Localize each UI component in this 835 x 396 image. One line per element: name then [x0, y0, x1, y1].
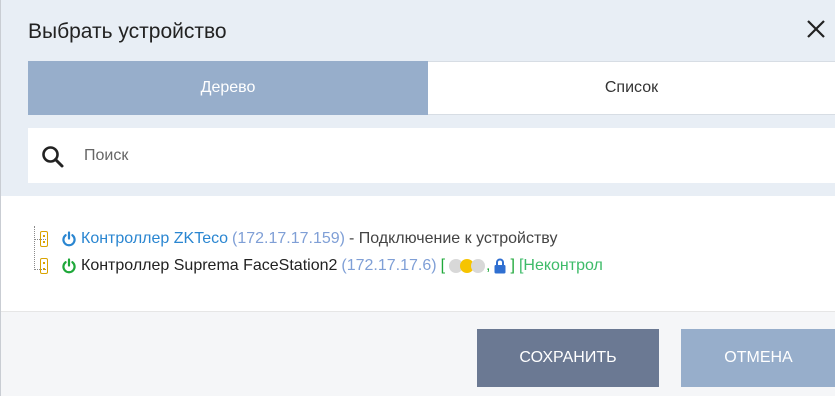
state-bracket-close: ] — [510, 257, 515, 274]
tab-list[interactable]: Список — [428, 61, 835, 115]
cancel-button[interactable]: ОТМЕНА — [681, 329, 835, 387]
device-ip: (172.17.17.6) — [341, 257, 437, 274]
dialog-header: Выбрать устройство Дерево Список — [1, 0, 835, 196]
close-icon[interactable] — [801, 14, 831, 44]
tab-list-label: Список — [604, 79, 659, 96]
device-name[interactable]: Контроллер Suprema FaceStation2 — [81, 257, 337, 275]
tab-tree-label: Дерево — [200, 79, 256, 96]
state-bracket-open: [ — [440, 257, 446, 274]
device-control-state: [Неконтрол — [518, 257, 603, 274]
controller-device-icon — [40, 231, 48, 247]
power-icon — [61, 231, 77, 247]
status-indicator-dots — [449, 257, 486, 275]
cancel-button-label: ОТМЕНА — [724, 349, 793, 366]
save-button-label: СОХРАНИТЬ — [519, 349, 617, 366]
view-tabs: Дерево Список — [28, 61, 835, 115]
device-status: - Подключение к устройству — [348, 230, 558, 247]
select-device-dialog: Выбрать устройство Дерево Список Поиск К… — [0, 0, 835, 396]
tree-item-suprema[interactable]: Контроллер Suprema FaceStation2 (172.17.… — [61, 254, 603, 278]
search-input[interactable] — [84, 128, 824, 183]
state-separator: , — [486, 257, 491, 274]
tab-tree[interactable]: Дерево — [28, 61, 428, 115]
search-icon — [41, 145, 65, 169]
grey-dot-icon — [471, 258, 486, 273]
dialog-title: Выбрать устройство — [28, 20, 227, 43]
device-tree: Контроллер ZKTeco (172.17.17.159) - Подк… — [1, 196, 835, 311]
device-ip: (172.17.17.159) — [231, 230, 345, 247]
power-icon — [61, 258, 77, 274]
save-button[interactable]: СОХРАНИТЬ — [477, 329, 659, 387]
search-box — [28, 128, 835, 183]
controller-device-icon — [40, 258, 48, 274]
lock-icon — [494, 258, 506, 274]
tree-connector-vertical — [34, 226, 35, 270]
device-name[interactable]: Контроллер ZKTeco — [81, 230, 228, 248]
tree-item-zkteco[interactable]: Контроллер ZKTeco (172.17.17.159) - Подк… — [61, 227, 557, 251]
dialog-footer: СОХРАНИТЬ ОТМЕНА — [1, 312, 835, 396]
